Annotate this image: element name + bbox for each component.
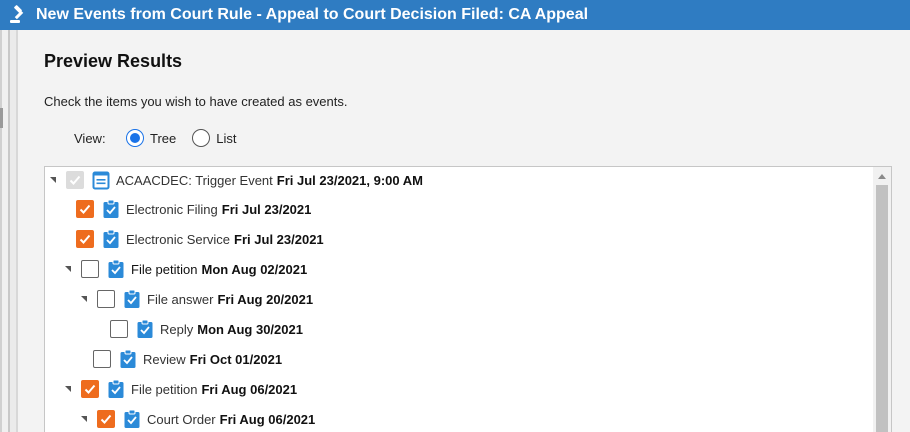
scroll-up-icon[interactable] bbox=[878, 174, 886, 179]
collapse-icon[interactable] bbox=[79, 414, 89, 424]
item-date: Fri Jul 23/2021 bbox=[221, 201, 312, 217]
tree-row[interactable]: Electronic Service Fri Jul 23/2021 bbox=[58, 226, 324, 252]
tree-scrollbar[interactable] bbox=[873, 167, 891, 432]
gavel-icon bbox=[8, 5, 28, 25]
scrollbar-thumb[interactable] bbox=[876, 185, 888, 432]
item-label: Review bbox=[143, 351, 186, 367]
item-date: Fri Aug 06/2021 bbox=[219, 411, 316, 427]
clipboard-check-icon bbox=[136, 319, 154, 339]
tree-row[interactable]: Reply Mon Aug 30/2021 bbox=[92, 316, 303, 342]
item-date: Fri Oct 01/2021 bbox=[189, 351, 283, 367]
trigger-checkbox[interactable] bbox=[66, 171, 84, 189]
left-panel-edge bbox=[0, 30, 23, 432]
collapse-icon[interactable] bbox=[79, 294, 89, 304]
window-title: New Events from Court Rule - Appeal to C… bbox=[36, 6, 589, 23]
item-checkbox[interactable] bbox=[81, 380, 99, 398]
tree-row[interactable]: Electronic Filing Fri Jul 23/2021 bbox=[58, 196, 311, 222]
item-label: File petition bbox=[131, 261, 198, 277]
item-label: File answer bbox=[147, 291, 214, 307]
item-label: ACAACDEC: Trigger Event bbox=[116, 172, 273, 188]
view-selector: View: Tree List bbox=[74, 127, 252, 149]
window-titlebar: New Events from Court Rule - Appeal to C… bbox=[0, 0, 910, 30]
clipboard-check-icon bbox=[107, 259, 125, 279]
clipboard-check-icon bbox=[102, 199, 120, 219]
item-date: Fri Jul 23/2021 bbox=[234, 231, 324, 247]
collapse-icon[interactable] bbox=[63, 264, 73, 274]
calendar-list-icon bbox=[92, 170, 110, 190]
item-date: Mon Aug 30/2021 bbox=[197, 321, 303, 337]
item-date: Mon Aug 02/2021 bbox=[201, 261, 308, 277]
item-date: Fri Jul 23/2021, 9:00 AM bbox=[276, 172, 423, 188]
item-date: Fri Aug 06/2021 bbox=[201, 381, 298, 397]
item-checkbox[interactable] bbox=[97, 410, 115, 428]
tree-row[interactable]: File petition Fri Aug 06/2021 bbox=[63, 376, 297, 402]
view-label: View: bbox=[74, 130, 106, 146]
item-label: Reply bbox=[160, 321, 194, 337]
tree-view-label[interactable]: Tree bbox=[150, 131, 176, 146]
item-label: Electronic Filing bbox=[126, 201, 218, 217]
collapse-icon[interactable] bbox=[63, 384, 73, 394]
item-checkbox[interactable] bbox=[93, 350, 111, 368]
tree-row[interactable]: File answer Fri Aug 20/2021 bbox=[79, 286, 313, 312]
tree-row[interactable]: Review Fri Oct 01/2021 bbox=[75, 346, 282, 372]
clipboard-check-icon bbox=[123, 409, 141, 429]
clipboard-check-icon bbox=[123, 289, 141, 309]
item-checkbox[interactable] bbox=[76, 230, 94, 248]
tree-row[interactable]: File petition Mon Aug 02/2021 bbox=[63, 256, 307, 282]
item-checkbox[interactable] bbox=[110, 320, 128, 338]
item-checkbox[interactable] bbox=[76, 200, 94, 218]
item-checkbox[interactable] bbox=[81, 260, 99, 278]
tree-row[interactable]: Court Order Fri Aug 06/2021 bbox=[79, 406, 315, 432]
item-date: Fri Aug 20/2021 bbox=[217, 291, 314, 307]
tree-row[interactable]: ACAACDEC: Trigger Event Fri Jul 23/2021,… bbox=[48, 167, 423, 193]
clipboard-check-icon bbox=[119, 349, 137, 369]
item-label: Electronic Service bbox=[126, 231, 231, 247]
results-tree: ACAACDEC: Trigger Event Fri Jul 23/2021,… bbox=[44, 166, 892, 432]
item-label: Court Order bbox=[147, 411, 216, 427]
item-label: File petition bbox=[131, 381, 198, 397]
list-view-radio[interactable] bbox=[192, 129, 211, 147]
tree-view-radio[interactable] bbox=[126, 129, 144, 147]
instructions-text: Check the items you wish to have created… bbox=[44, 94, 348, 109]
page-title: Preview Results bbox=[44, 51, 183, 71]
clipboard-check-icon bbox=[102, 229, 120, 249]
item-checkbox[interactable] bbox=[97, 290, 115, 308]
collapse-icon[interactable] bbox=[48, 175, 58, 185]
clipboard-check-icon bbox=[107, 379, 125, 399]
list-view-label[interactable]: List bbox=[216, 131, 236, 146]
